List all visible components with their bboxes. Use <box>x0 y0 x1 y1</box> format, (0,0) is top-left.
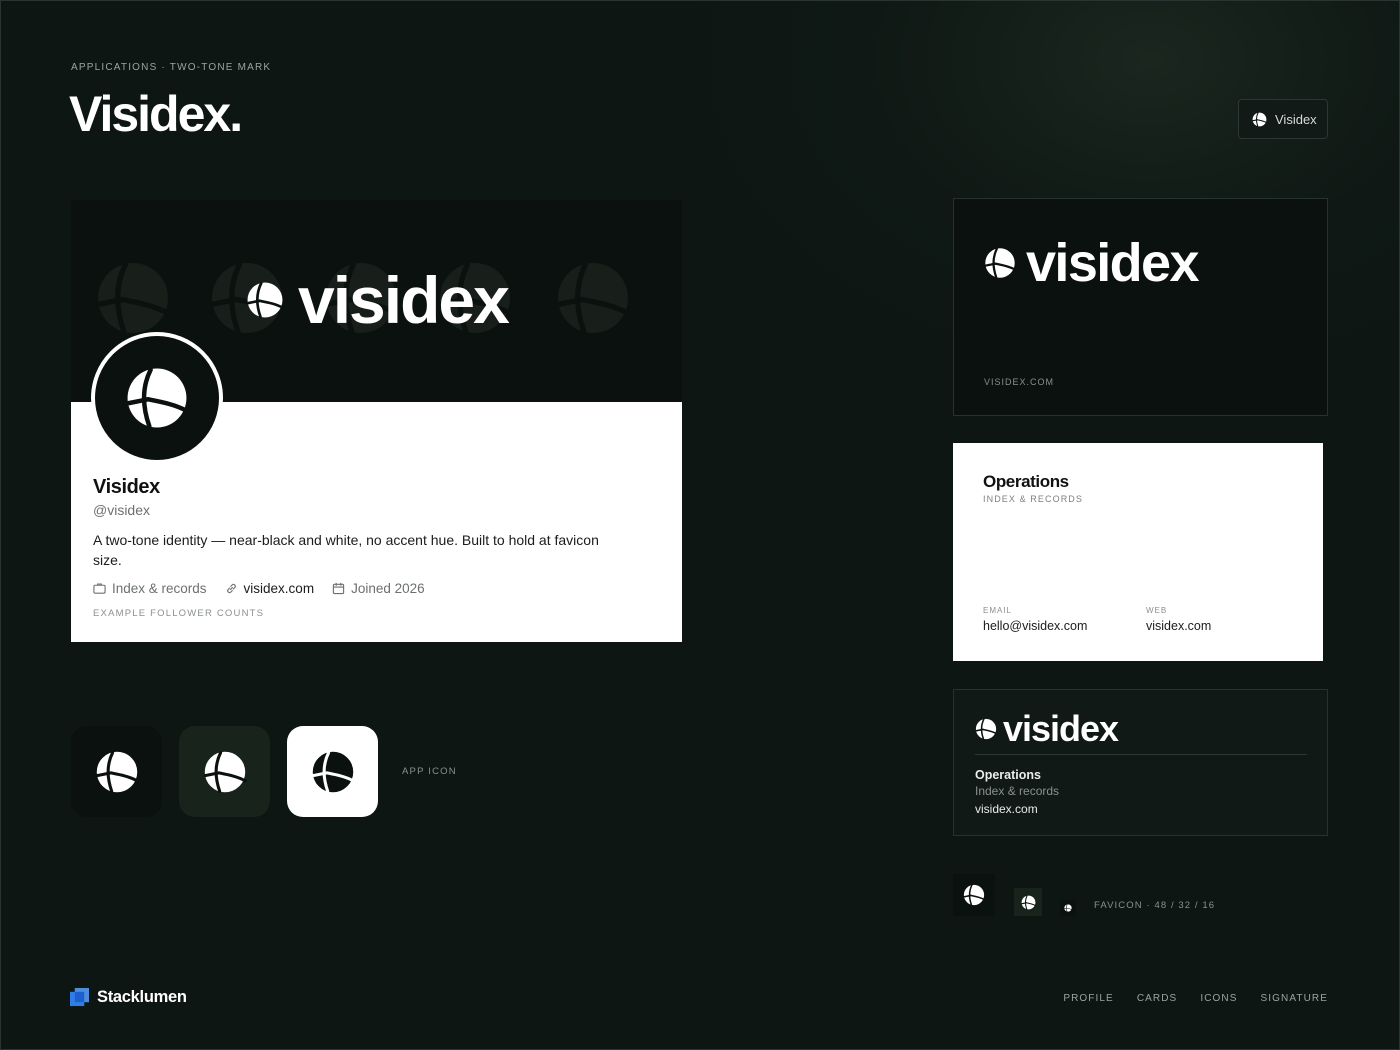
profile-joined: Joined 2026 <box>332 581 425 596</box>
visidex-logo-icon <box>1020 894 1036 910</box>
web-label: WEB <box>1146 606 1168 615</box>
banner-pattern-mark-icon <box>555 260 631 336</box>
app-icon-dark <box>71 726 162 817</box>
visidex-logo-icon <box>246 281 284 319</box>
signature-team: Index & records <box>975 784 1060 798</box>
section-eyebrow: APPLICATIONS · TWO-TONE MARK <box>71 62 272 73</box>
card-url: VISIDEX.COM <box>984 377 1055 387</box>
visidex-logo-icon <box>984 247 1016 279</box>
profile-category-label: Index & records <box>112 581 207 596</box>
nav-profile[interactable]: PROFILE <box>1063 993 1114 1004</box>
app-icon-light <box>287 726 378 817</box>
profile-category: Index & records <box>93 581 207 596</box>
visidex-logo-icon <box>95 750 139 794</box>
email-signature: visidex Operations Index & records visid… <box>953 689 1328 836</box>
web-value[interactable]: visidex.com <box>1146 619 1211 633</box>
signature-divider <box>975 754 1307 755</box>
page-title: Visidex. <box>69 86 243 142</box>
banner-pattern-mark-icon <box>95 260 171 336</box>
profile-website-link[interactable]: visidex.com <box>244 581 315 596</box>
calendar-icon <box>332 582 345 595</box>
signature-url[interactable]: visidex.com <box>975 802 1038 816</box>
business-card-light: Operations INDEX & RECORDS EMAIL hello@v… <box>953 443 1323 661</box>
footer-nav: PROFILE CARDS ICONS SIGNATURE <box>1063 993 1328 1004</box>
nav-icons[interactable]: ICONS <box>1200 993 1237 1004</box>
brand-chip[interactable]: Visidex <box>1238 99 1328 139</box>
profile-name: Visidex <box>93 476 160 498</box>
app-icon-caption: APP ICON <box>402 766 457 777</box>
visidex-logo-icon <box>125 366 189 430</box>
signature-wordmark: visidex <box>1003 708 1119 749</box>
card-wordmark: visidex <box>1026 233 1200 293</box>
link-icon <box>225 582 238 595</box>
favicon-caption: FAVICON · 48 / 32 / 16 <box>1094 900 1216 911</box>
card-logo: visidex <box>984 231 1200 295</box>
card-role-subtitle: INDEX & RECORDS <box>983 494 1084 504</box>
profile-caption: EXAMPLE FOLLOWER COUNTS <box>93 608 265 619</box>
visidex-logo-icon <box>963 884 985 906</box>
nav-signature[interactable]: SIGNATURE <box>1261 993 1329 1004</box>
card-role-title: Operations <box>983 472 1069 491</box>
briefcase-icon <box>93 582 106 595</box>
signature-role: Operations <box>975 768 1041 782</box>
profile-handle: @visidex <box>93 502 151 518</box>
stacklumen-logo-icon <box>70 988 89 1007</box>
brand-chip-label: Visidex <box>1275 111 1317 127</box>
profile-bio: A two-tone identity — near-black and whi… <box>93 532 599 568</box>
favicon-48 <box>953 874 995 916</box>
email-label: EMAIL <box>983 606 1013 615</box>
banner-logo: visidex <box>246 260 510 340</box>
visidex-logo-icon <box>1252 111 1267 127</box>
visidex-logo-icon <box>1064 904 1072 912</box>
footer-brand-name: Stacklumen <box>97 988 187 1006</box>
footer-brand[interactable]: Stacklumen <box>70 988 187 1007</box>
profile-meta: Index & records visidex.com Joined 2026 <box>93 581 425 596</box>
visidex-logo-icon <box>311 750 355 794</box>
profile-joined-label: Joined 2026 <box>351 581 425 596</box>
signature-logo: visidex <box>975 708 1119 750</box>
favicon-16 <box>1060 900 1076 916</box>
social-profile-card: visidex Visidex @visidex A two-tone iden… <box>71 200 682 642</box>
app-icon-green <box>179 726 270 817</box>
profile-avatar <box>91 332 223 464</box>
profile-website[interactable]: visidex.com <box>225 581 315 596</box>
email-value[interactable]: hello@visidex.com <box>983 619 1087 633</box>
favicon-32 <box>1014 888 1042 916</box>
business-card-dark: visidex VISIDEX.COM <box>953 198 1328 416</box>
visidex-logo-icon <box>975 718 997 740</box>
visidex-logo-icon <box>203 750 247 794</box>
banner-wordmark: visidex <box>298 263 510 337</box>
nav-cards[interactable]: CARDS <box>1137 993 1178 1004</box>
